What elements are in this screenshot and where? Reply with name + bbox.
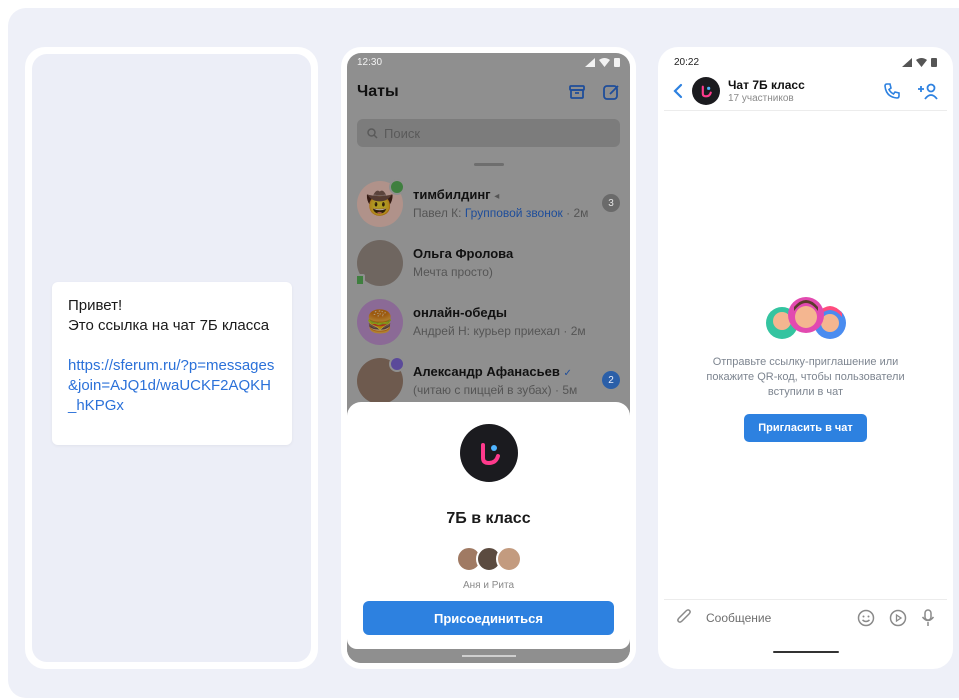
people-illustration-icon: [765, 297, 846, 339]
chat-preview: (читаю с пиццей в зубах): [413, 383, 552, 397]
chat-time: · 2м: [563, 324, 586, 338]
chats-phone-screen: 12:30 Чаты Поиск 🤠 тимбилдинг ◂ Павел К:…: [347, 53, 630, 663]
message-bubble: Привет! Это ссылка на чат 7Б класса http…: [52, 282, 292, 445]
avatar: [357, 355, 405, 404]
avatar: [495, 546, 522, 572]
emoji-icon[interactable]: [857, 609, 875, 627]
empty-state-text: Отправьте ссылку-приглашение или покажит…: [706, 356, 905, 398]
chat-header: Чат 7Б класс 17 участников: [664, 71, 947, 111]
chat-row-teambuilding[interactable]: 🤠 тимбилдинг ◂ Павел К: Групповой звонок…: [347, 174, 630, 233]
chat-sender: Андрей Н:: [413, 324, 471, 338]
phone-icon[interactable]: [883, 82, 901, 100]
unread-badge: 2: [602, 371, 620, 389]
page-title: Чаты: [357, 83, 399, 100]
archive-icon[interactable]: [568, 83, 586, 101]
microphone-icon[interactable]: [921, 608, 935, 627]
sheet-title: 7Б в класс: [446, 510, 531, 527]
sferum-logo-icon: [701, 85, 712, 97]
chat-preview: курьер приехал: [473, 324, 561, 338]
status-time: 20:22: [674, 56, 700, 68]
signal-icon: [902, 57, 912, 67]
message-input[interactable]: Сообщение: [702, 611, 847, 625]
status-icons: [902, 57, 937, 67]
invite-link[interactable]: https://sferum.ru/?p=messages&join=AJQ1d…: [68, 356, 276, 416]
chats-header: Чаты: [347, 71, 630, 113]
search-icon: [367, 127, 378, 139]
chat-time: · 5м: [555, 383, 578, 397]
member-avatars: [455, 546, 522, 572]
chat-logo: [459, 424, 518, 482]
pull-handle: [473, 163, 504, 166]
chat-name: онлайн-обеды: [413, 305, 508, 320]
chat-phone-screen: 20:22 Чат 7Б класс 17 участников Отправь…: [664, 53, 947, 663]
message-greeting: Привет!: [68, 297, 123, 314]
search-placeholder: Поиск: [384, 125, 421, 141]
avatar: 🤠: [357, 178, 405, 227]
status-bar: 12:30: [347, 53, 630, 71]
signal-icon: [585, 57, 595, 67]
video-message-icon[interactable]: [889, 609, 907, 627]
wifi-icon: [599, 57, 610, 67]
avatar: 🍔: [357, 298, 403, 345]
chat-name: Александр Афанасьев: [413, 364, 560, 379]
empty-state: Отправьте ссылку-приглашение или покажит…: [664, 293, 947, 442]
avatar: [355, 239, 403, 286]
message-composer: Сообщение: [664, 599, 947, 635]
join-button[interactable]: Присоединиться: [363, 601, 614, 635]
panel-chats-screen: 12:30 Чаты Поиск 🤠 тимбилдинг ◂ Павел К:…: [341, 47, 636, 669]
panel-chat-screen: 20:22 Чат 7Б класс 17 участников Отправь…: [658, 47, 953, 669]
chat-name: тимбилдинг: [413, 187, 491, 202]
chat-preview: Мечта просто): [413, 265, 493, 279]
add-user-icon[interactable]: [917, 82, 939, 100]
sferum-logo-icon: [480, 443, 500, 466]
chat-time: · 2м: [566, 206, 589, 220]
call-badge-icon: [389, 178, 405, 195]
back-icon[interactable]: [672, 83, 684, 99]
chat-preview: Групповой звонок: [464, 206, 563, 220]
chat-subtitle: 17 участников: [728, 92, 794, 104]
attach-icon[interactable]: [676, 608, 692, 627]
invite-button[interactable]: Пригласить в чат: [744, 414, 867, 442]
battery-icon: [931, 58, 937, 67]
tab-bar: [347, 649, 630, 663]
chat-row-lunch[interactable]: 🍔 онлайн-обеды Андрей Н: курьер приехал …: [347, 292, 630, 351]
status-bar: 20:22: [664, 53, 947, 71]
unread-badge: 3: [602, 194, 620, 212]
chat-row-olga[interactable]: Ольга Фролова Мечта просто): [347, 233, 630, 292]
status-time: 12:30: [357, 56, 383, 68]
chat-sender: Павел К:: [413, 206, 462, 220]
join-sheet: 7Б в класс Аня и Рита Присоединиться: [347, 402, 630, 649]
chat-name: Ольга Фролова: [413, 246, 514, 261]
search-input[interactable]: Поиск: [357, 119, 620, 147]
status-icons: [585, 57, 620, 67]
message-text: Это ссылка на чат 7Б класса: [68, 317, 270, 334]
verified-icon: ✓: [563, 368, 572, 379]
wifi-icon: [916, 57, 927, 67]
avatar[interactable]: [692, 76, 720, 105]
compose-icon[interactable]: [602, 83, 620, 101]
home-indicator: [772, 651, 839, 653]
member-names: Аня и Рита: [462, 580, 515, 591]
battery-icon: [614, 58, 620, 67]
chat-title[interactable]: Чат 7Б класс: [728, 78, 805, 92]
